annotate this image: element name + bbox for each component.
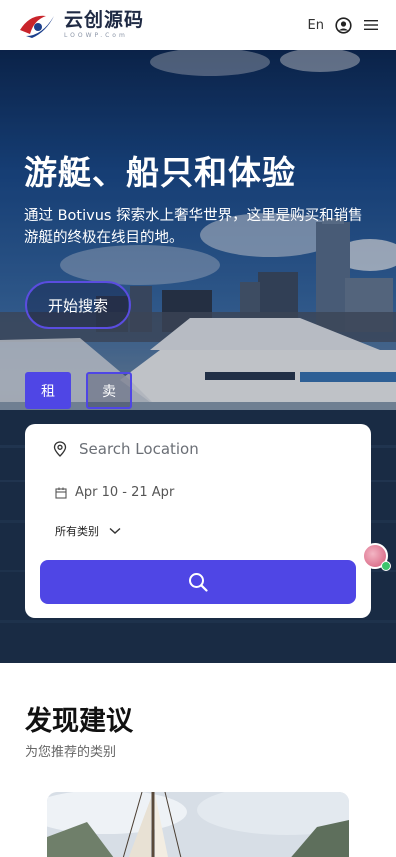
discover-subtitle: 为您推荐的类别	[25, 745, 117, 760]
location-pin-icon	[53, 441, 67, 457]
user-circle-icon[interactable]	[334, 16, 352, 34]
category-value: 所有类别	[55, 525, 99, 538]
online-status-dot	[381, 561, 391, 571]
date-field[interactable]: Apr 10 - 21 Apr	[55, 485, 174, 500]
tab-sell[interactable]: 卖	[86, 372, 132, 409]
location-input[interactable]: Search Location	[79, 440, 199, 458]
logo-mark-icon	[20, 15, 54, 38]
category-select[interactable]: 所有类别	[55, 523, 121, 539]
tab-rent[interactable]: 租	[25, 372, 71, 409]
location-field[interactable]: Search Location	[53, 440, 199, 458]
site-header: 云创源码 LOOWP.Com En	[0, 0, 396, 50]
calendar-icon	[55, 487, 67, 499]
search-card: Search Location Apr 10 - 21 Apr 所有类别	[25, 424, 371, 618]
date-range-value: Apr 10 - 21 Apr	[75, 485, 175, 500]
start-search-button[interactable]: 开始搜索	[25, 281, 131, 329]
logo-title: 云创源码	[64, 9, 145, 31]
discover-title: 发现建议	[25, 706, 133, 737]
chevron-down-icon	[109, 527, 121, 534]
logo-subtitle: LOOWP.Com	[64, 32, 128, 39]
category-card-image[interactable]	[47, 792, 349, 857]
language-switch[interactable]: En	[308, 18, 324, 33]
menu-icon[interactable]	[362, 16, 380, 34]
site-logo[interactable]: 云创源码 LOOWP.Com	[16, 10, 144, 40]
search-button[interactable]	[40, 560, 356, 604]
hero-section: 游艇、船只和体验 通过 Botivus 探索水上奢华世界，这里是购买和销售游艇的…	[0, 50, 396, 663]
mode-tabs: 租 卖	[25, 372, 132, 409]
hero-description: 通过 Botivus 探索水上奢华世界，这里是购买和销售游艇的终极在线目的地。	[24, 208, 363, 246]
hero-title: 游艇、船只和体验	[24, 153, 296, 192]
search-icon	[189, 573, 208, 592]
